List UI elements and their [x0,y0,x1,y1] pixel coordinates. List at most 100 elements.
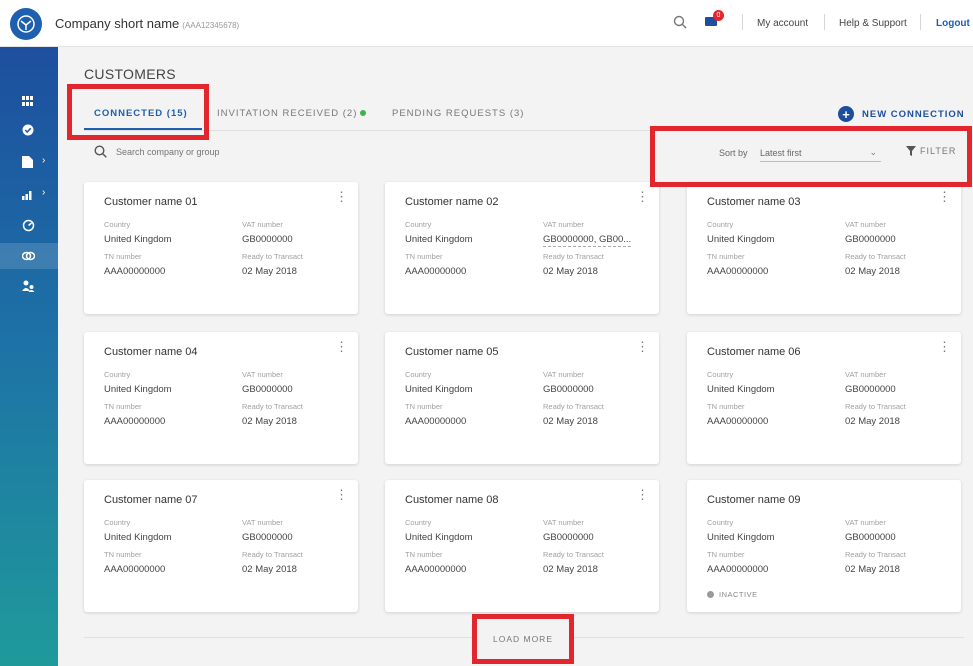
field-label: Ready to Transact [242,550,303,559]
users-icon [22,280,35,292]
field-label: Ready to Transact [543,402,604,411]
customer-name: Customer name 04 [104,346,198,358]
highlight-box-load-more [472,614,574,664]
sidebar-item-dashboard[interactable] [0,88,58,114]
customer-name: Customer name 06 [707,346,801,358]
top-search-button[interactable] [673,15,687,34]
tab-invitation-label: INVITATION RECEIVED (2) [217,108,358,119]
more-options-icon[interactable]: ⋮ [636,190,649,203]
country-value: United Kingdom [405,532,473,543]
document-icon [22,156,33,168]
plus-icon: + [838,106,854,122]
divider [824,14,825,30]
status-badge: INACTIVE [707,590,758,599]
sidebar-item-transactions[interactable] [0,212,58,238]
field-label: Ready to Transact [845,550,906,559]
field-label: VAT number [845,220,886,229]
tin-value: AAA00000000 [405,266,467,277]
more-options-icon[interactable]: ⋮ [335,488,348,501]
tin-value: AAA00000000 [104,564,166,575]
more-options-icon[interactable]: ⋮ [636,488,649,501]
company-name: Company short name (AAA12345678) [55,16,239,31]
more-options-icon[interactable]: ⋮ [636,340,649,353]
field-label: TN number [405,402,443,411]
chart-icon [22,190,32,200]
vat-value[interactable]: GB0000000, GB00... [543,234,632,247]
field-label: TN number [104,402,142,411]
field-label: Ready to Transact [242,252,303,261]
country-value: United Kingdom [104,532,172,543]
field-label: VAT number [845,518,886,527]
more-options-icon[interactable]: ⋮ [938,340,951,353]
more-options-icon[interactable]: ⋮ [938,190,951,203]
highlight-box-connected-tab [67,84,209,140]
divider [742,14,743,30]
search-input[interactable] [116,146,316,157]
ready-date-value: 02 May 2018 [543,564,598,575]
my-account-link[interactable]: My account [757,18,808,29]
sidebar-item-reports[interactable]: › [0,181,58,207]
new-connection-button[interactable]: + NEW CONNECTION [838,106,965,122]
logo[interactable] [10,8,42,40]
check-circle-icon [22,124,34,136]
vat-value: GB0000000 [845,234,896,245]
tin-value: AAA00000000 [707,416,769,427]
customer-card[interactable]: Customer name 09 Country United Kingdom V… [687,480,961,612]
status-dot [707,591,714,598]
field-label: VAT number [242,220,283,229]
tab-pending-requests[interactable]: PENDING REQUESTS (3) [392,108,524,119]
field-label: Ready to Transact [845,252,906,261]
field-label: Country [104,220,131,229]
vat-value: GB0000000 [242,384,293,395]
customer-card[interactable]: Customer name 07 ⋮ Country United Kingdom… [84,480,358,612]
field-label: Country [104,370,131,379]
sidebar-item-connections[interactable] [0,243,58,269]
field-label: Country [405,220,432,229]
page-title: CUSTOMERS [84,66,176,82]
customer-card[interactable]: Customer name 06 ⋮ Country United Kingdom… [687,332,961,464]
customer-name: Customer name 07 [104,494,198,506]
field-label: VAT number [543,220,584,229]
ready-date-value: 02 May 2018 [845,266,900,277]
country-value: United Kingdom [707,234,775,245]
tab-invitation-received[interactable]: INVITATION RECEIVED (2) [217,108,367,119]
sidebar-item-documents[interactable]: › [0,149,58,175]
chevron-right-icon: › [42,155,46,166]
more-options-icon[interactable]: ⋮ [335,190,348,203]
company-code: (AAA12345678) [182,21,240,30]
field-label: VAT number [242,518,283,527]
ready-date-value: 02 May 2018 [242,266,297,277]
country-value: United Kingdom [405,384,473,395]
field-label: Country [707,518,734,527]
logout-link[interactable]: Logout [936,18,970,29]
tin-value: AAA00000000 [104,266,166,277]
sidebar-item-tasks[interactable] [0,117,58,143]
customer-name: Customer name 03 [707,196,801,208]
country-value: United Kingdom [104,234,172,245]
sidebar-item-users[interactable] [0,273,58,299]
ready-date-value: 02 May 2018 [845,564,900,575]
customer-card[interactable]: Customer name 04 ⋮ Country United Kingdom… [84,332,358,464]
field-label: TN number [405,550,443,559]
notification-badge: 0 [713,10,724,21]
country-value: United Kingdom [707,532,775,543]
ready-date-value: 02 May 2018 [242,416,297,427]
field-label: Country [405,518,432,527]
customer-card[interactable]: Customer name 01 ⋮ Country United Kingdom… [84,182,358,314]
vat-value: GB0000000 [845,384,896,395]
field-label: Country [707,370,734,379]
field-label: Ready to Transact [543,550,604,559]
customer-name: Customer name 02 [405,196,499,208]
field-label: TN number [707,402,745,411]
customer-card[interactable]: Customer name 08 ⋮ Country United Kingdom… [385,480,659,612]
customer-card[interactable]: Customer name 05 ⋮ Country United Kingdom… [385,332,659,464]
tin-value: AAA00000000 [405,416,467,427]
help-support-link[interactable]: Help & Support [839,18,907,29]
notifications-button[interactable]: 0 [704,10,724,33]
customer-card[interactable]: Customer name 03 ⋮ Country United Kingdom… [687,182,961,314]
company-name-text: Company short name [55,16,180,31]
field-label: Ready to Transact [242,402,303,411]
more-options-icon[interactable]: ⋮ [335,340,348,353]
customer-card[interactable]: Customer name 02 ⋮ Country United Kingdom… [385,182,659,314]
vat-value: GB0000000 [543,384,594,395]
